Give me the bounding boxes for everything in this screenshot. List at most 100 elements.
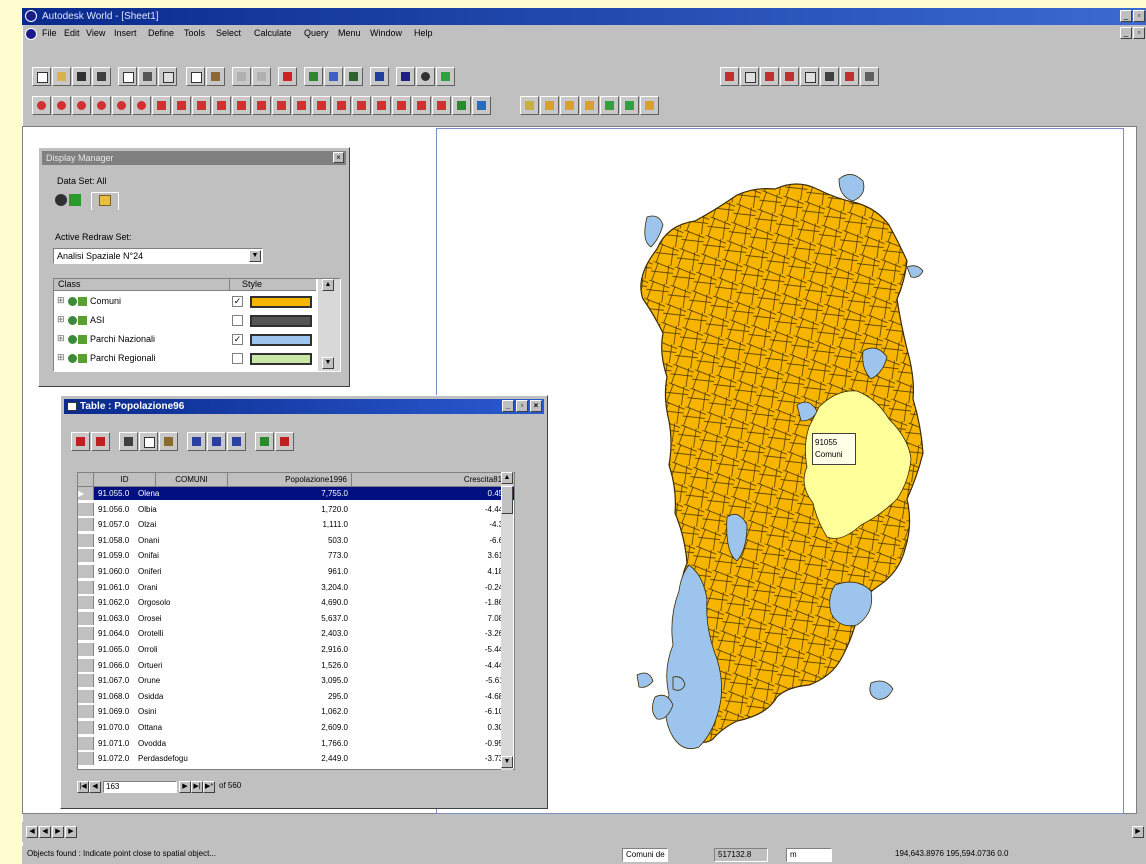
class-style-swatch[interactable] (250, 353, 312, 365)
row-selector[interactable] (78, 580, 94, 594)
select-fence-icon[interactable] (212, 96, 231, 115)
copy-icon[interactable] (186, 67, 205, 86)
find-icon[interactable] (187, 432, 206, 451)
query-icon-3[interactable] (760, 67, 779, 86)
zoom-out-icon[interactable] (52, 96, 71, 115)
layer-color-icon[interactable] (452, 96, 471, 115)
style-header[interactable]: Style (230, 279, 316, 291)
table-row[interactable]: 91.071.0 Ovodda 1,766.0 -0.9534 (78, 736, 514, 750)
row-selector[interactable] (78, 752, 94, 766)
palette-title[interactable]: Display Manager × (42, 151, 346, 165)
expand-icon[interactable]: ⊞ (57, 295, 65, 306)
data-tool-5-icon[interactable] (600, 96, 619, 115)
invert-select-icon[interactable] (332, 96, 351, 115)
zoom-in-icon[interactable] (32, 96, 51, 115)
table-title-bar[interactable]: Table : Popolazione96 _ ▫ × (64, 399, 544, 414)
redraw-icon[interactable] (432, 96, 451, 115)
data-tool-2-icon[interactable] (540, 96, 559, 115)
arrow-icon[interactable] (324, 67, 343, 86)
table-row[interactable]: 91.067.0 Orune 3,095.0 -5.6115 (78, 674, 514, 688)
pan-icon[interactable] (152, 96, 171, 115)
select-polygon-icon[interactable] (232, 96, 251, 115)
redo-icon[interactable] (252, 67, 271, 86)
query-icon-8[interactable] (860, 67, 879, 86)
select-class-icon[interactable] (352, 96, 371, 115)
deselect-icon[interactable] (312, 96, 331, 115)
select-overlap-icon[interactable] (392, 96, 411, 115)
chevron-down-icon[interactable]: ▼ (249, 250, 261, 262)
table-row[interactable]: 91.072.0 Perdasdefogu 2,449.0 -3.7343 (78, 752, 514, 766)
tab-next-icon[interactable]: ▶ (52, 826, 64, 838)
query-icon-7[interactable] (840, 67, 859, 86)
table-row[interactable]: 91.068.0 Osidda 295.0 -4.6823 (78, 689, 514, 703)
open-icon[interactable] (52, 67, 71, 86)
row-selector[interactable] (78, 611, 94, 625)
select-all-icon[interactable] (292, 96, 311, 115)
class-row[interactable]: ⊞ Parchi Regionali (54, 350, 316, 368)
zoom-previous-icon[interactable] (112, 96, 131, 115)
query-icon-5[interactable] (800, 67, 819, 86)
zoom-extents-icon[interactable] (92, 96, 111, 115)
class-row[interactable]: ⊞ Parchi Nazionali ✓ (54, 331, 316, 349)
new-record-icon[interactable]: ▶* (203, 781, 215, 793)
table-maximize-icon[interactable]: ▫ (516, 400, 528, 412)
data-tool-3-icon[interactable] (560, 96, 579, 115)
delete-icon[interactable] (278, 67, 297, 86)
table-minimize-icon[interactable]: _ (502, 400, 514, 412)
filter-icon[interactable] (255, 432, 274, 451)
next-record-icon[interactable]: ▶ (179, 781, 191, 793)
scroll-up-icon[interactable]: ▲ (322, 279, 334, 291)
row-selector[interactable] (78, 518, 94, 532)
right-scrollbar[interactable] (1137, 126, 1146, 814)
table-scroll-up-icon[interactable]: ▲ (501, 472, 513, 484)
query-icon-1[interactable] (720, 67, 739, 86)
class-visible-checkbox[interactable]: ✓ (232, 296, 243, 307)
class-list-scrollbar[interactable]: ▲ ▼ (318, 279, 340, 371)
scale-field[interactable]: 517132.8 (714, 848, 768, 862)
hscroll-right-icon[interactable]: ▶ (1132, 826, 1144, 838)
delete-row-icon[interactable] (91, 432, 110, 451)
table-scroll-thumb[interactable] (501, 486, 513, 514)
table-row[interactable]: 91.063.0 Orosei 5,637.0 7.0859 (78, 611, 514, 625)
row-selector[interactable] (78, 689, 94, 703)
table-vscrollbar[interactable]: ▲ ▼ (501, 472, 513, 770)
class-style-swatch[interactable] (250, 296, 312, 308)
menu-window[interactable]: Window (370, 28, 402, 38)
zoom-window-icon[interactable] (72, 96, 91, 115)
query-icon-4[interactable] (780, 67, 799, 86)
row-selector[interactable] (78, 627, 94, 641)
table-row[interactable]: ▶ 91.055.0 Olena 7,755.0 0.4533 (78, 487, 514, 500)
class-style-swatch[interactable] (250, 334, 312, 346)
class-row[interactable]: ⊞ Comuni ✓ (54, 293, 316, 311)
row-selector[interactable] (78, 705, 94, 719)
unit-select[interactable]: m (786, 848, 832, 862)
layer-select[interactable]: Comuni de (622, 848, 668, 862)
row-selector[interactable] (78, 736, 94, 750)
table-row[interactable]: 91.069.0 Osini 1,062.0 -6.1008 (78, 705, 514, 719)
query-icon-2[interactable] (740, 67, 759, 86)
save-icon[interactable] (72, 67, 91, 86)
redraw-set-select[interactable]: Analisi Spaziale N°24 ▼ (53, 248, 263, 264)
scroll-down-icon[interactable]: ▼ (322, 357, 334, 369)
tab-first-icon[interactable]: ◀ (26, 826, 38, 838)
menu-edit[interactable]: Edit (64, 28, 80, 38)
table-row[interactable]: 91.061.0 Orani 3,204.0 -0.2491 (78, 580, 514, 594)
row-selector[interactable] (78, 658, 94, 672)
zoom-all-icon[interactable] (132, 96, 151, 115)
table-row[interactable]: 91.065.0 Orroli 2,916.0 -5.4475 (78, 643, 514, 656)
row-selector[interactable] (78, 565, 94, 578)
class-visible-checkbox[interactable]: ✓ (232, 334, 243, 345)
row-selector[interactable] (78, 721, 94, 734)
last-record-icon[interactable]: ▶| (191, 781, 203, 793)
help-cursor-icon[interactable] (370, 67, 389, 86)
new-sheet-icon[interactable] (118, 67, 137, 86)
menu-select[interactable]: Select (216, 28, 241, 38)
data-tool-6-icon[interactable] (620, 96, 639, 115)
row-selector[interactable] (78, 643, 94, 656)
class-style-swatch[interactable] (250, 315, 312, 327)
table-row[interactable]: 91.057.0 Olzai 1,111.0 -4.389 (78, 518, 514, 532)
gear-icon[interactable] (416, 67, 435, 86)
save-all-icon[interactable] (92, 67, 111, 86)
table-row[interactable]: 91.059.0 Onifai 773.0 3.6193 (78, 549, 514, 563)
new-icon[interactable] (32, 67, 51, 86)
